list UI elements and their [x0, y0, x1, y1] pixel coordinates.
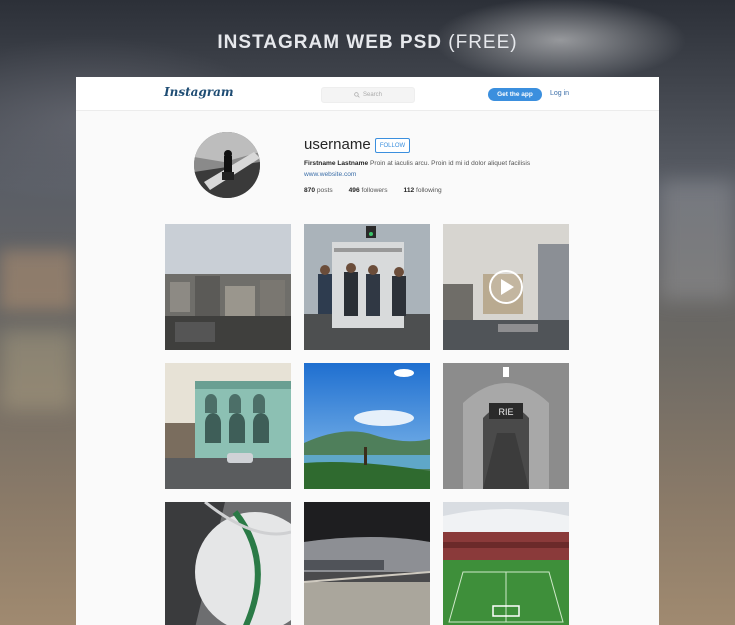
- log-in-link[interactable]: Log in: [550, 90, 569, 97]
- post-tile-street-video[interactable]: [443, 224, 569, 350]
- post-tile-teal-building[interactable]: [165, 363, 291, 489]
- profile-website-link[interactable]: www.website.com: [304, 171, 356, 178]
- headline-suffix: (FREE): [448, 32, 518, 53]
- post-tile-curved-railing[interactable]: [165, 502, 291, 625]
- search-icon: [354, 92, 360, 98]
- post-tile-train-station[interactable]: [304, 502, 430, 625]
- followers-count: 496: [348, 187, 360, 194]
- followers-stat[interactable]: 496 followers: [349, 187, 388, 194]
- post-tile-stadium[interactable]: [443, 502, 569, 625]
- profile-full-name: Firstname Lastname: [304, 160, 369, 167]
- posts-count: 870: [304, 187, 316, 194]
- search-input[interactable]: Search: [321, 87, 415, 103]
- posts-stat[interactable]: 870 posts: [304, 187, 333, 194]
- post-tile-tunnel[interactable]: RIE: [443, 363, 569, 489]
- profile-username: username: [304, 136, 371, 153]
- following-count: 112: [403, 187, 415, 194]
- profile-bio: Firstname Lastname Proin at iaculis arcu…: [304, 160, 530, 167]
- followers-label: followers: [361, 187, 388, 194]
- svg-text:RIE: RIE: [498, 407, 513, 417]
- following-stat[interactable]: 112 following: [404, 187, 442, 194]
- get-the-app-button[interactable]: Get the app: [488, 88, 542, 101]
- profile-stats: 870 posts 496 followers 112 following: [304, 187, 442, 194]
- following-label: following: [416, 187, 442, 194]
- headline-main: INSTAGRAM WEB PSD: [217, 32, 442, 53]
- posts-label: posts: [316, 187, 333, 194]
- follow-button[interactable]: FOLLOW: [375, 138, 410, 153]
- profile-bio-text: Proin at iaculis arcu. Proin id mi id do…: [369, 160, 531, 167]
- instagram-logo[interactable]: Instagram: [164, 85, 234, 99]
- page-headline: INSTAGRAM WEB PSD (FREE): [0, 32, 735, 54]
- post-tile-workers-truck[interactable]: [304, 224, 430, 350]
- search-placeholder: Search: [362, 92, 382, 98]
- post-tile-city-rooftops[interactable]: [165, 224, 291, 350]
- top-navigation-bar: Instagram Search Get the app Log in: [76, 77, 659, 111]
- instagram-window: Instagram Search Get the app Log in user…: [76, 77, 659, 625]
- post-tile-blue-sky-coast[interactable]: [304, 363, 430, 489]
- profile-avatar[interactable]: [194, 132, 260, 198]
